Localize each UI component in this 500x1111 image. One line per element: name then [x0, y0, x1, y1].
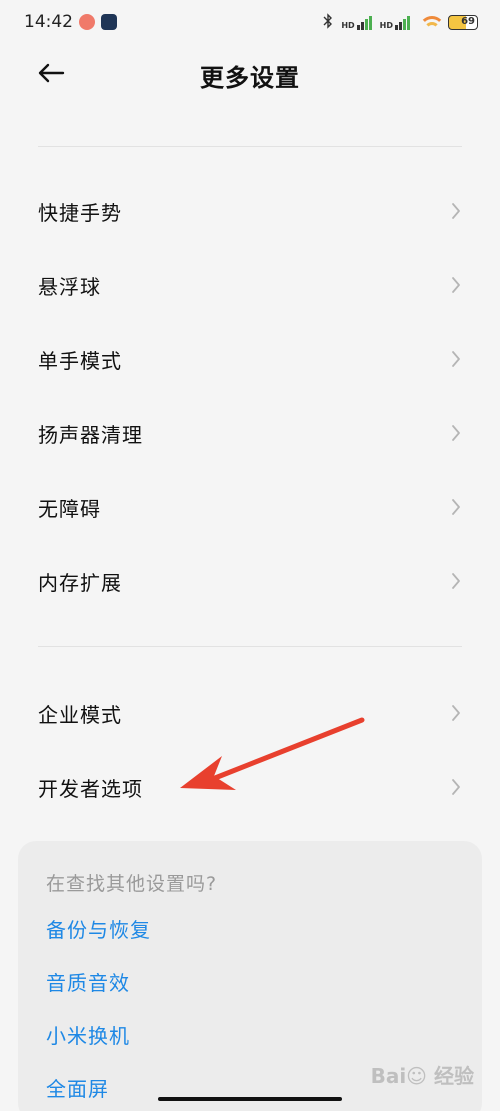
wifi-icon — [418, 14, 445, 30]
suggestions-title: 在查找其他设置吗? — [46, 873, 218, 895]
divider — [38, 646, 462, 647]
list-item-one-handed-mode[interactable]: 单手模式 — [0, 322, 500, 396]
notification-app-icon — [101, 14, 117, 30]
list-item-label: 单手模式 — [38, 348, 122, 373]
home-indicator[interactable] — [158, 1097, 342, 1101]
chevron-right-icon — [450, 498, 462, 516]
chevron-right-icon — [450, 778, 462, 796]
status-time: 14:42 — [24, 12, 73, 32]
divider — [38, 146, 462, 147]
chevron-right-icon — [450, 202, 462, 220]
suggestion-link-backup-restore[interactable]: 备份与恢复 — [46, 914, 454, 967]
list-item-label: 悬浮球 — [38, 274, 101, 299]
list-item-quick-gestures[interactable]: 快捷手势 — [0, 174, 500, 248]
signal-1-icon: HD — [341, 14, 372, 30]
status-right: HD HD 69 — [323, 12, 478, 32]
page-title: 更多设置 — [200, 64, 300, 92]
list-item-label: 开发者选项 — [38, 776, 143, 801]
settings-list-group-1: 快捷手势 悬浮球 单手模式 扬声器清理 无障碍 内存扩展 — [0, 174, 500, 618]
annotation-arrow-icon — [180, 717, 365, 790]
suggestion-link-sound-effects[interactable]: 音质音效 — [46, 967, 454, 1020]
header: 更多设置 — [0, 44, 500, 108]
status-bar: 14:42 HD HD 69 — [0, 0, 500, 44]
list-item-floating-ball[interactable]: 悬浮球 — [0, 248, 500, 322]
list-item-label: 无障碍 — [38, 496, 101, 521]
list-item-label: 扬声器清理 — [38, 422, 143, 447]
chevron-right-icon — [450, 572, 462, 590]
list-item-label: 快捷手势 — [38, 200, 122, 225]
chevron-right-icon — [450, 350, 462, 368]
list-item-speaker-cleaning[interactable]: 扬声器清理 — [0, 396, 500, 470]
list-item-accessibility[interactable]: 无障碍 — [0, 470, 500, 544]
chevron-right-icon — [450, 276, 462, 294]
list-item-memory-extension[interactable]: 内存扩展 — [0, 544, 500, 618]
list-item-label: 企业模式 — [38, 702, 122, 727]
watermark-logo: Bai☺ 经验 — [370, 1064, 474, 1088]
chevron-right-icon — [450, 424, 462, 442]
bluetooth-icon — [323, 12, 333, 32]
alarm-app-icon — [79, 14, 95, 30]
list-item-label: 内存扩展 — [38, 570, 122, 595]
battery-indicator: 69 — [448, 14, 478, 30]
signal-2-icon: HD — [380, 14, 410, 30]
status-left: 14:42 — [24, 12, 117, 32]
chevron-right-icon — [450, 704, 462, 722]
